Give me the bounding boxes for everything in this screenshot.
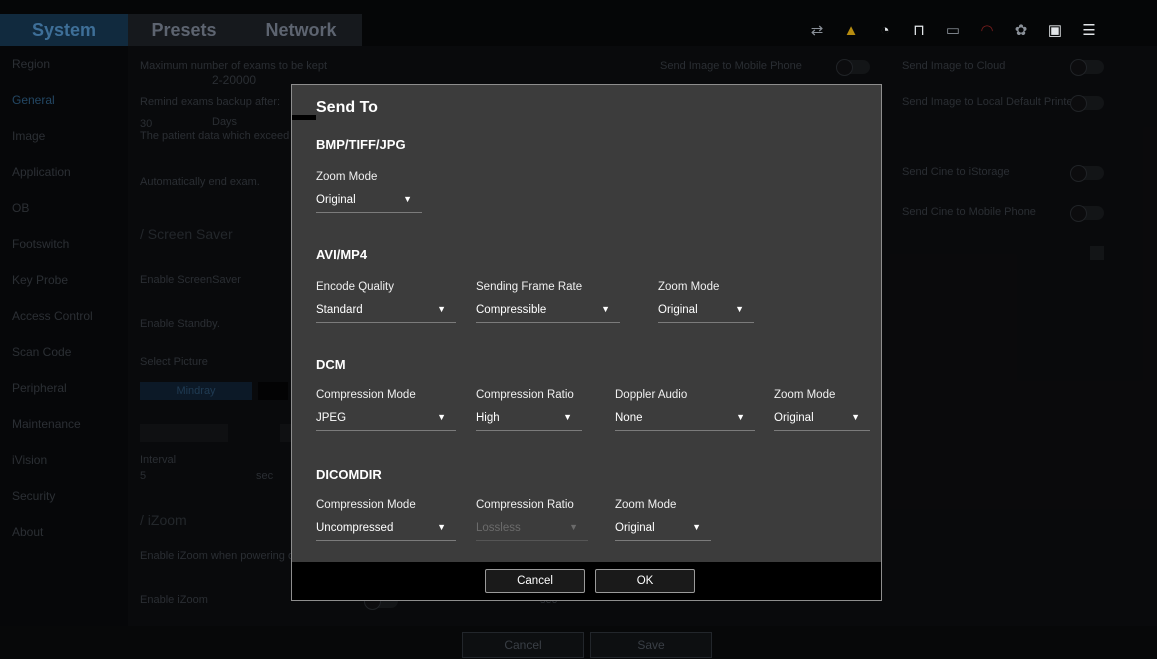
wifi-off-icon: ◠ <box>980 22 994 39</box>
chevron-down-icon: ▼ <box>736 412 745 422</box>
avi-frame-rate-value: Compressible <box>476 304 547 316</box>
avi-encode-quality-value: Standard <box>316 304 363 316</box>
dcm-compression-ratio-value: High <box>476 412 500 424</box>
dicomdir-compression-ratio-select: Lossless ▼ <box>476 520 588 541</box>
avi-zoom-mode-field: Zoom Mode Original ▼ <box>658 281 754 323</box>
dcm-zoom-mode-value: Original <box>774 412 814 424</box>
dicomdir-zoom-mode-select[interactable]: Original ▼ <box>615 520 711 541</box>
dicomdir-compression-ratio-label: Compression Ratio <box>476 499 574 511</box>
dcm-compression-mode-field: Compression Mode JPEG ▼ <box>316 389 456 431</box>
tab-system[interactable]: System <box>0 14 128 46</box>
bmp-zoom-mode-select[interactable]: Original ▼ <box>316 192 422 213</box>
chevron-down-icon: ▼ <box>437 522 446 532</box>
dicomdir-compression-mode-value: Uncompressed <box>316 522 394 534</box>
dcm-doppler-audio-value: None <box>615 412 643 424</box>
mouse-icon: ⊓ <box>913 22 925 39</box>
avi-frame-rate-select[interactable]: Compressible ▼ <box>476 302 620 323</box>
dialog-cancel-button[interactable]: Cancel <box>485 569 585 593</box>
bmp-section-heading: BMP/TIFF/JPG <box>316 137 406 152</box>
avi-zoom-mode-label: Zoom Mode <box>658 281 720 293</box>
menu-icon[interactable]: ☰ <box>1072 21 1106 39</box>
bmp-zoom-mode-value: Original <box>316 194 356 206</box>
dialog-ok-button[interactable]: OK <box>595 569 695 593</box>
dicomdir-compression-mode-label: Compression Mode <box>316 499 416 511</box>
chevron-down-icon: ▼ <box>563 412 572 422</box>
avi-zoom-mode-select[interactable]: Original ▼ <box>658 302 754 323</box>
dialog-title: Send To <box>316 99 378 116</box>
dicomdir-compression-mode-field: Compression Mode Uncompressed ▼ <box>316 499 456 541</box>
dcm-zoom-mode-field: Zoom Mode Original ▼ <box>774 389 870 431</box>
chevron-down-icon: ▼ <box>569 522 578 532</box>
dicomdir-zoom-mode-label: Zoom Mode <box>615 499 677 511</box>
printer-icon: ▣ <box>1047 22 1063 39</box>
dcm-compression-mode-select[interactable]: JPEG ▼ <box>316 410 456 431</box>
avi-encode-quality-select[interactable]: Standard ▼ <box>316 302 456 323</box>
dcm-compression-mode-value: JPEG <box>316 412 347 424</box>
dcm-compression-mode-label: Compression Mode <box>316 389 416 401</box>
bmp-zoom-mode-label: Zoom Mode <box>316 171 378 183</box>
dcm-compression-ratio-select[interactable]: High ▼ <box>476 410 582 431</box>
avi-encode-quality-label: Encode Quality <box>316 281 394 293</box>
dialog-footer: Cancel OK <box>292 562 881 600</box>
avi-encode-quality-field: Encode Quality Standard ▼ <box>316 281 456 323</box>
footer-cancel-button[interactable]: Cancel <box>462 632 584 658</box>
dicomdir-compression-ratio-value: Lossless <box>476 522 521 534</box>
tab-network[interactable]: Network <box>240 14 362 46</box>
dcm-doppler-audio-select[interactable]: None ▼ <box>615 410 755 431</box>
chevron-down-icon: ▼ <box>437 304 446 314</box>
usb-icon: ⇄ <box>810 22 824 39</box>
dicomdir-section-heading: DICOMDIR <box>316 467 382 482</box>
chevron-down-icon: ▼ <box>601 304 610 314</box>
chevron-down-icon: ▼ <box>437 412 446 422</box>
title-marker <box>292 115 316 120</box>
chevron-down-icon: ▼ <box>735 304 744 314</box>
tab-presets[interactable]: Presets <box>128 14 240 46</box>
bmp-zoom-mode-field: Zoom Mode Original ▼ <box>316 171 422 213</box>
chevron-down-icon: ▼ <box>851 412 860 422</box>
chevron-down-icon: ▼ <box>692 522 701 532</box>
status-icons: ⇄ ▲ ◔ ⊓ ▭ ◠ ✿ ▣ ☰ <box>800 14 1106 46</box>
dcm-doppler-audio-field: Doppler Audio None ▼ <box>615 389 755 431</box>
dcm-zoom-mode-label: Zoom Mode <box>774 389 836 401</box>
avi-frame-rate-field: Sending Frame Rate Compressible ▼ <box>476 281 620 323</box>
avi-frame-rate-label: Sending Frame Rate <box>476 281 583 293</box>
dcm-zoom-mode-select[interactable]: Original ▼ <box>774 410 870 431</box>
dicomdir-zoom-mode-field: Zoom Mode Original ▼ <box>615 499 711 541</box>
chevron-down-icon: ▼ <box>403 194 412 204</box>
disc-icon: ✿ <box>1014 22 1028 39</box>
power-icon: ◔ <box>880 21 890 39</box>
network-icon: ▭ <box>945 22 961 39</box>
dcm-compression-ratio-label: Compression Ratio <box>476 389 574 401</box>
dcm-section-heading: DCM <box>316 357 346 372</box>
footer-save-button[interactable]: Save <box>590 632 712 658</box>
footer-bar: Cancel Save <box>0 626 1157 659</box>
top-bar: System Presets Network ⇄ ▲ ◔ ⊓ ▭ ◠ ✿ ▣ ☰ <box>0 0 1157 46</box>
dicomdir-compression-mode-select[interactable]: Uncompressed ▼ <box>316 520 456 541</box>
dicomdir-zoom-mode-value: Original <box>615 522 655 534</box>
dcm-doppler-audio-label: Doppler Audio <box>615 389 688 401</box>
dcm-compression-ratio-field: Compression Ratio High ▼ <box>476 389 582 431</box>
avi-zoom-mode-value: Original <box>658 304 698 316</box>
avi-section-heading: AVI/MP4 <box>316 247 368 262</box>
send-to-dialog: Send To BMP/TIFF/JPG Zoom Mode Original … <box>291 84 882 601</box>
warning-icon: ▲ <box>843 21 859 39</box>
dicomdir-compression-ratio-field: Compression Ratio Lossless ▼ <box>476 499 588 541</box>
